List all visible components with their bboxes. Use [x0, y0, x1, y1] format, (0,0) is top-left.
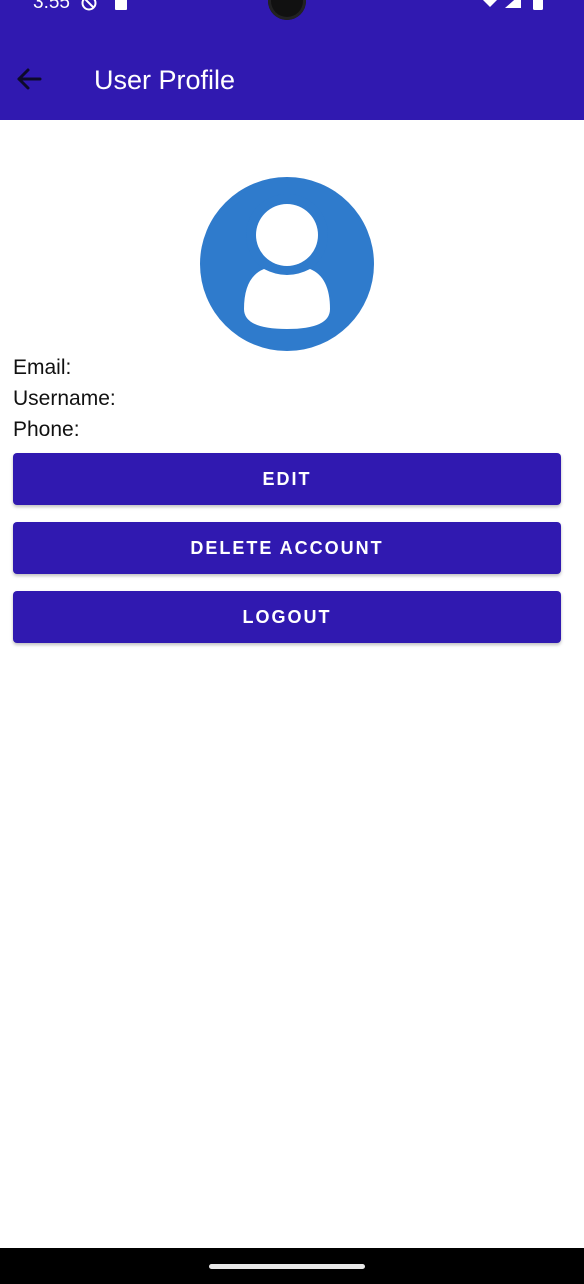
sd-card-icon [114, 0, 128, 17]
account-circle-icon [200, 177, 374, 351]
system-nav-bar [0, 1248, 584, 1284]
delete-account-button-label: DELETE ACCOUNT [190, 537, 384, 558]
page-title: User Profile [94, 65, 236, 95]
phone-label: Phone: [13, 418, 80, 441]
cell-signal-icon [503, 0, 521, 15]
home-gesture-handle[interactable] [209, 1264, 365, 1269]
front-camera [268, 0, 306, 20]
back-button[interactable] [8, 58, 50, 100]
username-label: Username: [13, 387, 116, 410]
logout-button-label: LOGOUT [242, 606, 332, 627]
wifi-icon [480, 0, 500, 15]
logout-button[interactable]: LOGOUT [13, 591, 561, 643]
email-label: Email: [13, 356, 72, 379]
arrow-back-icon [15, 65, 43, 93]
data-saver-icon [80, 0, 98, 17]
app-bar: 3:55 User Profile [0, 0, 584, 120]
edit-button-label: EDIT [262, 468, 312, 489]
battery-icon [532, 0, 544, 17]
status-time: 3:55 [33, 0, 70, 13]
edit-button[interactable]: EDIT [13, 453, 561, 505]
delete-account-button[interactable]: DELETE ACCOUNT [13, 522, 561, 574]
